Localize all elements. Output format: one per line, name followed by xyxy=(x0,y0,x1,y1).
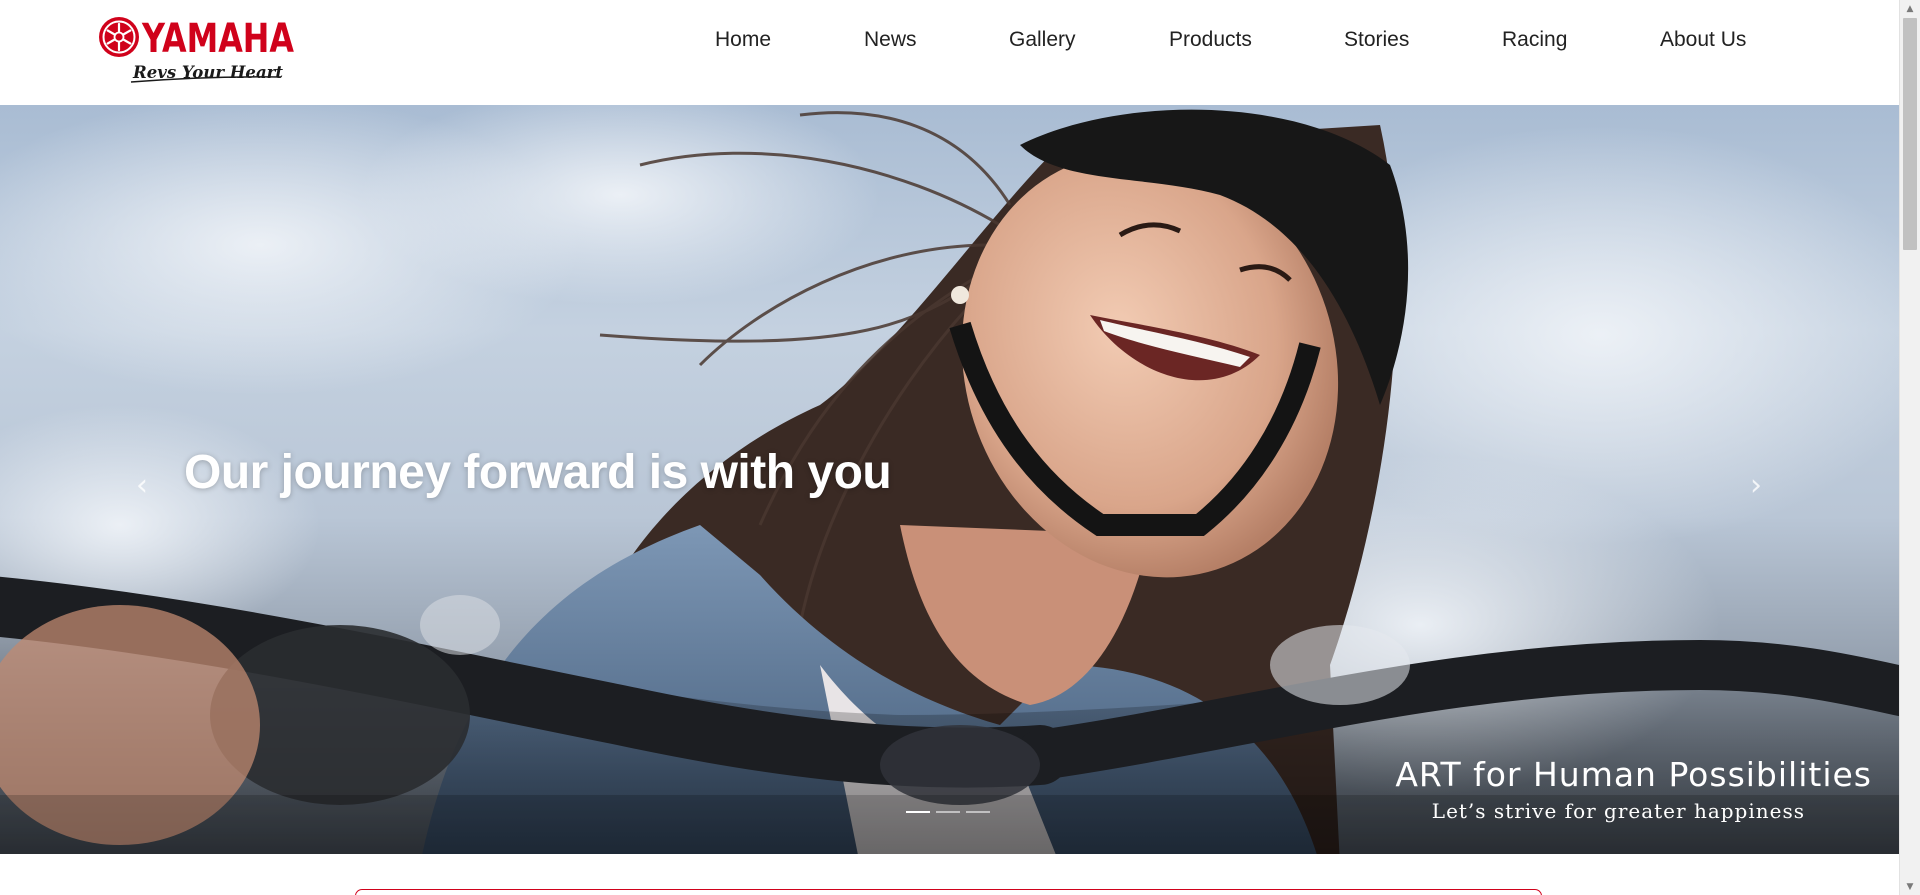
nav-item-stories[interactable]: Stories xyxy=(1344,27,1409,53)
tagline-main: ART for Human Possibilities xyxy=(1395,755,1872,794)
next-section-edge xyxy=(355,889,1542,895)
chevron-left-icon: ‹ xyxy=(136,467,148,503)
brand-tagline: ART for Human Possibilities Let’s strive… xyxy=(1395,755,1872,823)
scrollbar-thumb[interactable] xyxy=(1903,18,1917,250)
scroll-up-icon[interactable]: ▲ xyxy=(1900,0,1920,17)
scroll-down-icon[interactable]: ▼ xyxy=(1900,878,1920,895)
carousel-indicator-3[interactable] xyxy=(966,811,990,813)
tagline-sub: Let’s strive for greater happiness xyxy=(1431,799,1805,823)
page-scrollbar[interactable]: ▲ ▼ xyxy=(1899,0,1920,895)
chevron-right-icon: › xyxy=(1750,467,1762,503)
nav-item-about-us[interactable]: About Us xyxy=(1660,27,1746,53)
carousel-indicators xyxy=(906,811,990,813)
hero-headline: Our journey forward is with you xyxy=(184,446,892,499)
carousel-next-button[interactable]: › xyxy=(1736,460,1776,510)
site-header: YAMAHA Revs Your Heart Home News Gallery… xyxy=(0,0,1899,105)
nav-item-racing[interactable]: Racing xyxy=(1502,27,1567,53)
carousel-indicator-1[interactable] xyxy=(906,811,930,813)
hero-carousel: Our journey forward is with you ‹ › ART … xyxy=(0,105,1899,854)
main-nav: Home News Gallery Products Stories Racin… xyxy=(0,0,1899,80)
carousel-prev-button[interactable]: ‹ xyxy=(122,460,162,510)
nav-item-products[interactable]: Products xyxy=(1169,27,1252,53)
nav-item-home[interactable]: Home xyxy=(715,27,771,53)
carousel-indicator-2[interactable] xyxy=(936,811,960,813)
nav-item-news[interactable]: News xyxy=(864,27,917,53)
page: YAMAHA Revs Your Heart Home News Gallery… xyxy=(0,0,1899,895)
nav-item-gallery[interactable]: Gallery xyxy=(1009,27,1076,53)
